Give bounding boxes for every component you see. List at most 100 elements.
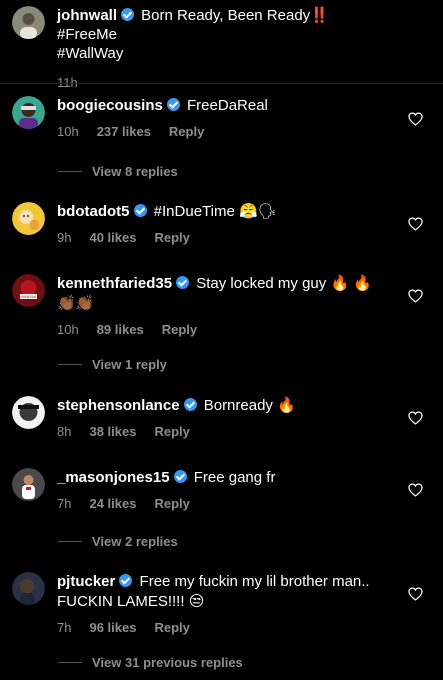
comment-emoji: 🔥 🔥: [330, 275, 372, 292]
reply-button[interactable]: Reply: [154, 230, 189, 245]
comment-message: Free gang fr: [193, 469, 276, 486]
replies-line: [58, 171, 82, 172]
view-previous-replies-button[interactable]: View 31 previous replies: [58, 655, 243, 670]
heart-icon[interactable]: [408, 483, 423, 497]
comment-meta: 10h 237 likes Reply: [57, 124, 392, 139]
post-caption: johnwall Born Ready, Been Ready‼️ #FreeM…: [12, 6, 433, 90]
comment-username[interactable]: pjtucker: [57, 573, 115, 590]
caption-line1: Born Ready, Been Ready: [141, 7, 311, 24]
comment-meta: 10h 89 likes Reply: [57, 322, 392, 337]
avatar-johnwall[interactable]: [12, 6, 45, 39]
replies-line: [58, 541, 82, 542]
comment-item: pjtucker Free my fuckin my lil brother m…: [12, 572, 433, 635]
double-exclamation-icon: ‼️: [310, 7, 329, 24]
caption-hashtag-wallway[interactable]: #WallWay: [57, 45, 123, 62]
comment-time: 10h: [57, 322, 79, 337]
comment-time: 7h: [57, 620, 72, 635]
comment-body: pjtucker Free my fuckin my lil brother m…: [57, 572, 392, 635]
comment-emoji: 😤🗣: [239, 203, 277, 220]
verified-icon: [133, 204, 147, 217]
view-replies-label: View 1 reply: [92, 357, 167, 372]
reply-button[interactable]: Reply: [154, 496, 189, 511]
avatar-kennethfaried35[interactable]: MANIMAL: [12, 274, 45, 307]
reply-button[interactable]: Reply: [169, 124, 204, 139]
comment-likes[interactable]: 38 likes: [89, 424, 136, 439]
comment-body: _masonjones15 Free gang fr 7h 24 likes R…: [57, 468, 392, 511]
comment-body: kennethfaried35 Stay locked my guy 🔥 🔥 👏…: [57, 274, 392, 337]
replies-line: [58, 662, 82, 663]
avatar-masonjones15[interactable]: [12, 468, 45, 501]
comment-message: Bornready: [203, 397, 273, 414]
comment-username[interactable]: boogiecousins: [57, 97, 163, 114]
view-replies-button[interactable]: View 8 replies: [58, 164, 178, 179]
comment-time: 7h: [57, 496, 72, 511]
comment-message: Stay locked my guy: [196, 275, 327, 292]
comment-message: FreeDaReal: [187, 97, 268, 114]
comment-username[interactable]: bdotadot5: [57, 203, 130, 220]
verified-icon: [183, 398, 197, 411]
comment-item: MANIMAL kennethfaried35 Stay locked my g…: [12, 274, 433, 337]
comment-text: stephensonlance Bornready 🔥: [57, 396, 392, 416]
caption-divider: [0, 83, 443, 84]
comment-meta: 7h 24 likes Reply: [57, 496, 392, 511]
comment-body: stephensonlance Bornready 🔥 8h 38 likes …: [57, 396, 392, 439]
view-replies-button[interactable]: View 2 replies: [58, 534, 178, 549]
comment-time: 9h: [57, 230, 72, 245]
comment-body: boogiecousins FreeDaReal 10h 237 likes R…: [57, 96, 392, 139]
replies-line: [58, 364, 82, 365]
comment-meta: 8h 38 likes Reply: [57, 424, 392, 439]
comment-body: bdotadot5 #InDueTime 😤🗣 9h 40 likes Repl…: [57, 202, 392, 245]
comment-likes[interactable]: 237 likes: [97, 124, 151, 139]
comment-likes[interactable]: 24 likes: [89, 496, 136, 511]
view-replies-label: View 31 previous replies: [92, 655, 243, 670]
heart-icon[interactable]: [408, 587, 423, 601]
comment-emoji-line2: 👏🏾👏🏾: [57, 295, 95, 312]
heart-icon[interactable]: [408, 217, 423, 231]
comment-text: _masonjones15 Free gang fr: [57, 468, 392, 488]
heart-icon[interactable]: [408, 411, 423, 425]
comment-message-line2: FUCKIN LAMES!!!!: [57, 593, 185, 610]
caption-hashtag-freeme[interactable]: #FreeMe: [57, 26, 117, 43]
reply-button[interactable]: Reply: [162, 322, 197, 337]
comment-item: bdotadot5 #InDueTime 😤🗣 9h 40 likes Repl…: [12, 202, 433, 245]
comment-emoji: 🔥: [277, 397, 296, 414]
reply-button[interactable]: Reply: [154, 424, 189, 439]
comments-screen: johnwall Born Ready, Been Ready‼️ #FreeM…: [0, 0, 443, 680]
comment-item: stephensonlance Bornready 🔥 8h 38 likes …: [12, 396, 433, 439]
caption-text: johnwall Born Ready, Been Ready‼️ #FreeM…: [57, 6, 392, 63]
avatar-stephensonlance[interactable]: [12, 396, 45, 429]
comment-username[interactable]: kennethfaried35: [57, 275, 172, 292]
caption-body: johnwall Born Ready, Been Ready‼️ #FreeM…: [57, 6, 392, 90]
comment-time: 10h: [57, 124, 79, 139]
reply-button[interactable]: Reply: [154, 620, 189, 635]
comment-likes[interactable]: 96 likes: [89, 620, 136, 635]
verified-icon: [166, 98, 180, 111]
comment-likes[interactable]: 89 likes: [97, 322, 144, 337]
comment-text: pjtucker Free my fuckin my lil brother m…: [57, 572, 392, 612]
avatar-pjtucker[interactable]: [12, 572, 45, 605]
comment-item: _masonjones15 Free gang fr 7h 24 likes R…: [12, 468, 433, 511]
verified-icon: [176, 276, 190, 289]
verified-icon: [119, 574, 133, 587]
comment-username[interactable]: stephensonlance: [57, 397, 180, 414]
comment-username[interactable]: _masonjones15: [57, 469, 170, 486]
view-replies-label: View 8 replies: [92, 164, 178, 179]
comment-message: #InDueTime: [153, 203, 235, 220]
heart-icon[interactable]: [408, 112, 423, 126]
comment-item: boogiecousins FreeDaReal 10h 237 likes R…: [12, 96, 433, 139]
avatar-boogiecousins[interactable]: [12, 96, 45, 129]
caption-username[interactable]: johnwall: [57, 7, 117, 24]
comment-likes[interactable]: 40 likes: [89, 230, 136, 245]
verified-icon: [121, 8, 134, 21]
verified-icon: [173, 470, 187, 483]
comment-meta: 9h 40 likes Reply: [57, 230, 392, 245]
comment-time: 8h: [57, 424, 72, 439]
view-replies-button[interactable]: View 1 reply: [58, 357, 167, 372]
svg-text:MANIMAL: MANIMAL: [19, 294, 38, 299]
heart-icon[interactable]: [408, 289, 423, 303]
avatar-bdotadot5[interactable]: [12, 202, 45, 235]
comment-meta: 7h 96 likes Reply: [57, 620, 392, 635]
view-replies-label: View 2 replies: [92, 534, 178, 549]
comment-text: boogiecousins FreeDaReal: [57, 96, 392, 116]
comment-message: Free my fuckin my lil brother man..: [139, 573, 370, 590]
